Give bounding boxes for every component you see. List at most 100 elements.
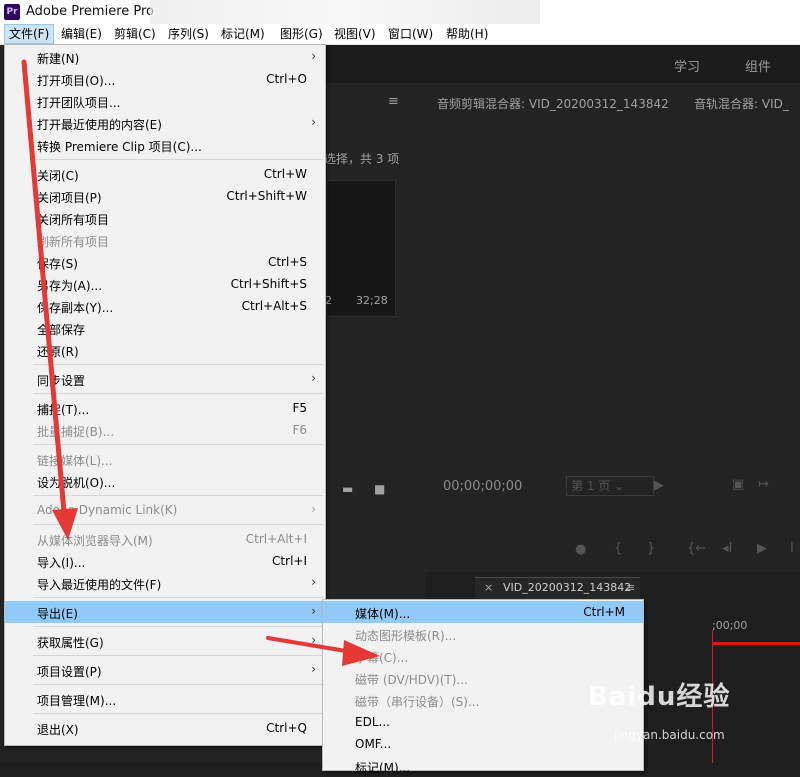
- menu-item-import-recent[interactable]: 导入最近使用的文件(F) ›: [5, 572, 325, 594]
- menu-item-label: 项目管理(M)...: [37, 694, 117, 708]
- baidu-watermark-logo: Baidu经验: [588, 682, 731, 712]
- menu-graphics[interactable]: 图形(G): [276, 25, 327, 43]
- menu-item-exit[interactable]: 退出(X) Ctrl+Q: [5, 717, 325, 739]
- workspace-tab-learn[interactable]: 学习: [674, 56, 700, 75]
- close-tab-icon[interactable]: ×: [484, 581, 493, 594]
- menu-item-project-manager[interactable]: 项目管理(M)...: [5, 688, 325, 710]
- window-title: Adobe Premiere Pro: [26, 4, 155, 19]
- menu-item-shortcut: Ctrl+M: [583, 605, 625, 619]
- menu-separator: [33, 597, 323, 598]
- menu-view[interactable]: 视图(V): [330, 25, 380, 43]
- menu-item-label: 保存(S): [37, 257, 78, 271]
- menu-item-get-properties[interactable]: 获取属性(G) ›: [5, 630, 325, 652]
- menu-item-label: 转换 Premiere Clip 项目(C)...: [37, 140, 202, 154]
- step-back-icon[interactable]: ◂I: [722, 541, 732, 556]
- audio-track-mixer-tab[interactable]: 音轨混合器: VID_: [694, 95, 789, 112]
- menu-item-open-team-project[interactable]: 打开团队项目...: [5, 90, 325, 112]
- menu-item-label: 标记(M)...: [355, 761, 411, 775]
- menu-item-convert-clip[interactable]: 转换 Premiere Clip 项目(C)...: [5, 134, 325, 156]
- menu-item-close-all[interactable]: 关闭所有项目: [5, 207, 325, 229]
- page-select[interactable]: 第 1 页 ⌄: [566, 476, 654, 496]
- menu-item-label: 退出(X): [37, 723, 79, 737]
- menu-item-new[interactable]: 新建(N) ›: [5, 46, 325, 68]
- menu-item-sync-settings[interactable]: 同步设置 ›: [5, 368, 325, 390]
- menu-window[interactable]: 窗口(W): [384, 25, 437, 43]
- mark-out-icon[interactable]: }: [647, 541, 655, 556]
- menu-item-label: 批量捕捉(B)...: [37, 425, 115, 439]
- menu-file[interactable]: 文件(F): [4, 24, 55, 44]
- submenu-item-media[interactable]: 媒体(M)... Ctrl+M: [323, 601, 643, 623]
- menu-item-label: 打开团队项目...: [37, 96, 121, 110]
- menu-item-open-project[interactable]: 打开项目(O)... Ctrl+O: [5, 68, 325, 90]
- menu-item-shortcut: F6: [292, 423, 307, 437]
- menu-sequence[interactable]: 序列(S): [164, 25, 213, 43]
- submenu-item-edl[interactable]: EDL...: [323, 711, 643, 733]
- menu-item-label: 关闭(C): [37, 169, 79, 183]
- menu-item-label: 全部保存: [37, 323, 86, 337]
- menu-item-project-settings[interactable]: 项目设置(P) ›: [5, 659, 325, 681]
- menu-item-label: 从媒体浏览器导入(M): [37, 534, 153, 548]
- play-icon[interactable]: ▶: [757, 541, 767, 556]
- menu-clip[interactable]: 剪辑(C): [110, 25, 160, 43]
- menu-item-label: 另存为(A)...: [37, 279, 103, 293]
- menu-item-revert[interactable]: 还原(R): [5, 339, 325, 361]
- work-area-bar: [712, 642, 800, 645]
- mark-in-icon[interactable]: {: [614, 541, 622, 556]
- menu-separator: [33, 524, 323, 525]
- menu-item-label: 链接媒体(L)...: [37, 454, 113, 468]
- menu-markers[interactable]: 标记(M): [217, 25, 269, 43]
- menu-item-close[interactable]: 关闭(C) Ctrl+W: [5, 163, 325, 185]
- tab-menu-icon[interactable]: ≡: [626, 581, 635, 594]
- panel-menu-icon[interactable]: ≡: [388, 94, 399, 109]
- menu-item-save-as[interactable]: 另存为(A)... Ctrl+Shift+S: [5, 273, 325, 295]
- menu-item-label: 同步设置: [37, 374, 86, 388]
- menu-item-shortcut: Ctrl+Alt+I: [245, 532, 307, 546]
- source-timecode[interactable]: 00;00;00;00: [443, 479, 522, 494]
- submenu-arrow-icon: ›: [311, 575, 316, 589]
- menu-item-shortcut: Ctrl+I: [272, 554, 307, 568]
- menu-item-close-project[interactable]: 关闭项目(P) Ctrl+Shift+W: [5, 185, 325, 207]
- menu-item-label: 媒体(M)...: [355, 607, 411, 621]
- menu-item-import[interactable]: 导入(I)... Ctrl+I: [5, 550, 325, 572]
- title-bar: Pr Adobe Premiere Pro: [0, 0, 800, 24]
- menu-item-shortcut: Ctrl+Shift+W: [226, 189, 307, 203]
- go-to-in-icon[interactable]: {←: [687, 541, 706, 556]
- menu-item-label: EDL...: [355, 715, 390, 729]
- menu-item-save-all[interactable]: 全部保存: [5, 317, 325, 339]
- export-frame-icon[interactable]: ▣: [732, 477, 744, 492]
- add-marker-icon[interactable]: ●: [575, 542, 586, 557]
- menu-item-label: 还原(R): [37, 345, 79, 359]
- audio-clip-mixer-tab[interactable]: 音频剪辑混合器: VID_20200312_143842: [437, 95, 669, 112]
- menu-item-capture[interactable]: 捕捉(T)... F5: [5, 397, 325, 419]
- menu-item-label: 导出(E): [37, 607, 78, 621]
- menu-item-shortcut: Ctrl+W: [263, 167, 307, 181]
- project-selection-info: 选择，共 3 项: [324, 152, 400, 166]
- menu-item-save[interactable]: 保存(S) Ctrl+S: [5, 251, 325, 273]
- menu-item-open-recent[interactable]: 打开最近使用的内容(E) ›: [5, 112, 325, 134]
- menu-item-make-offline[interactable]: 设为脱机(O)...: [5, 470, 325, 492]
- menu-item-label: OMF...: [355, 737, 392, 751]
- menu-help[interactable]: 帮助(H): [442, 25, 492, 43]
- new-item-icon[interactable]: ■: [374, 482, 385, 496]
- menu-item-save-copy[interactable]: 保存副本(Y)... Ctrl+Alt+S: [5, 295, 325, 317]
- menu-item-dynamic-link: Adobe Dynamic Link(K) ›: [5, 499, 325, 521]
- workspace-tab-assembly[interactable]: 组件: [745, 56, 771, 75]
- menu-edit[interactable]: 编辑(E): [57, 25, 106, 43]
- audio-mixer-panel: [425, 88, 800, 568]
- menu-separator: [33, 684, 323, 685]
- menu-separator: [33, 713, 323, 714]
- submenu-item-markers[interactable]: 标记(M)...: [323, 755, 643, 777]
- menu-item-link-media: 链接媒体(L)...: [5, 448, 325, 470]
- menu-item-label: Adobe Dynamic Link(K): [37, 503, 178, 517]
- menu-separator: [33, 393, 323, 394]
- play-page-icon[interactable]: ▶: [654, 478, 664, 493]
- menu-item-label: 打开项目(O)...: [37, 74, 116, 88]
- settings-icon[interactable]: ↦: [758, 477, 769, 492]
- menu-item-export[interactable]: 导出(E) ›: [5, 601, 325, 623]
- submenu-arrow-icon: ›: [311, 49, 316, 63]
- submenu-item-captions: 字幕(C)...: [323, 645, 643, 667]
- folder-icon[interactable]: ▬: [342, 482, 353, 496]
- submenu-item-omf[interactable]: OMF...: [323, 733, 643, 755]
- step-forward-icon[interactable]: I: [790, 541, 794, 556]
- menu-item-refresh-all: 刷新所有项目: [5, 229, 325, 251]
